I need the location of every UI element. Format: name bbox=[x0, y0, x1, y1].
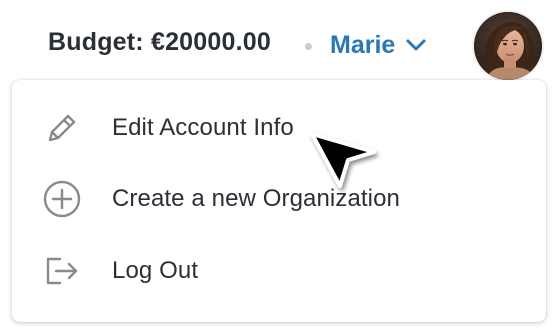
account-dropdown-menu: Edit Account Info Create a new Organizat… bbox=[12, 80, 546, 322]
top-bar: Budget: €20000.00 Marie bbox=[0, 0, 558, 90]
menu-item-label: Log Out bbox=[112, 257, 199, 284]
menu-item-label: Create a new Organization bbox=[112, 185, 400, 212]
avatar[interactable] bbox=[474, 12, 542, 80]
separator-dot bbox=[305, 43, 312, 50]
menu-item-create-organization[interactable]: Create a new Organization bbox=[12, 164, 546, 234]
menu-item-edit-account[interactable]: Edit Account Info bbox=[12, 93, 546, 163]
logout-icon bbox=[42, 251, 82, 291]
user-menu-toggle[interactable]: Marie bbox=[330, 24, 427, 66]
budget-display: Budget: €20000.00 bbox=[48, 28, 271, 56]
pencil-icon bbox=[42, 108, 82, 148]
page: Budget: €20000.00 Marie Edit Account Inf… bbox=[0, 0, 558, 335]
plus-circle-icon bbox=[42, 179, 82, 219]
chevron-down-icon[interactable] bbox=[405, 34, 427, 56]
menu-item-label: Edit Account Info bbox=[112, 114, 294, 141]
menu-item-log-out[interactable]: Log Out bbox=[12, 236, 546, 306]
user-name[interactable]: Marie bbox=[330, 31, 395, 60]
